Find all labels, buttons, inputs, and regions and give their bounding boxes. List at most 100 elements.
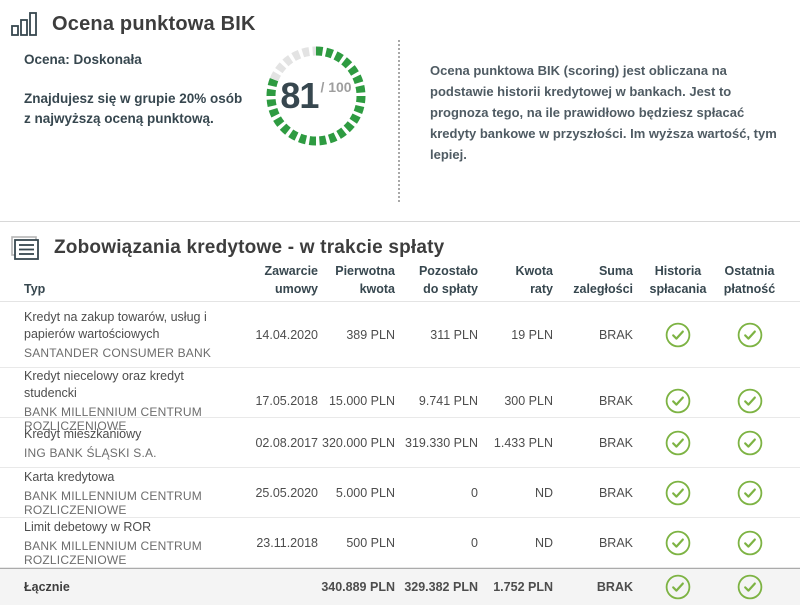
loan-remaining-amount: 0 (395, 486, 478, 500)
document-icon (10, 235, 40, 261)
loan-installment: ND (478, 486, 553, 500)
last-payment-status (723, 480, 776, 506)
loan-remaining-amount: 319.330 PLN (395, 436, 478, 450)
score-section-header: Ocena punktowa BIK (0, 0, 800, 38)
loan-type: Kredyt mieszkaniowy (24, 426, 215, 443)
score-group-text: Znajdujesz się w grupie 20% osóbz najwyż… (24, 89, 254, 129)
loan-date: 02.08.2017 (215, 436, 318, 450)
score-value: 81 (280, 75, 318, 117)
check-circle-icon (737, 430, 763, 456)
loan-remaining-amount: 0 (395, 536, 478, 550)
loan-arrears: BRAK (553, 486, 633, 500)
score-max: / 100 (320, 79, 351, 95)
loan-original-amount: 500 PLN (318, 536, 395, 550)
page: Ocena punktowa BIK Ocena: Doskonała Znaj… (0, 0, 800, 605)
check-circle-icon (665, 430, 691, 456)
column-header-zawarcie-umowy: Zawarcieumowy (215, 262, 318, 298)
loan-remaining-amount: 9.741 PLN (395, 394, 478, 408)
loan-type-cell: Kredyt niecelowy oraz kredyt studencki B… (24, 368, 215, 433)
last-payment-status (723, 388, 776, 414)
check-circle-icon (737, 322, 763, 348)
loan-type: Limit debetowy w ROR (24, 519, 215, 536)
check-circle-icon (665, 388, 691, 414)
loan-type: Karta kredytowa (24, 469, 215, 486)
loan-type: Kredyt na zakup towarów, usług i papieró… (24, 309, 215, 343)
score-description: Ocena punktowa BIK (scoring) jest oblicz… (430, 60, 790, 202)
history-status (633, 388, 723, 414)
table-total-row: Łącznie 340.889 PLN 329.382 PLN 1.752 PL… (0, 568, 800, 605)
column-header-kwota-raty: Kwotaraty (478, 262, 553, 298)
loans-section-title: Zobowiązania kredytowe - w trakcie spłat… (54, 237, 444, 259)
loan-installment: 19 PLN (478, 328, 553, 342)
history-status (633, 322, 723, 348)
score-section: Ocena punktowa BIK Ocena: Doskonała Znaj… (0, 0, 800, 222)
column-header-pozostalo-do-splaty: Pozostałodo spłaty (395, 262, 478, 298)
loan-installment: ND (478, 536, 553, 550)
score-content: Ocena: Doskonała Znajdujesz się w grupie… (0, 38, 800, 202)
bar-chart-icon (10, 11, 38, 37)
loan-type: Kredyt niecelowy oraz kredyt studencki (24, 368, 215, 402)
loan-arrears: BRAK (553, 394, 633, 408)
check-circle-icon (665, 322, 691, 348)
loan-bank: SANTANDER CONSUMER BANK (24, 346, 215, 360)
check-circle-icon (737, 480, 763, 506)
loan-bank: BANK MILLENNIUM CENTRUM ROZLICZENIOWE (24, 539, 215, 567)
table-row: Kredyt na zakup towarów, usług i papieró… (0, 302, 800, 368)
loan-date: 14.04.2020 (215, 328, 318, 342)
check-circle-icon (737, 530, 763, 556)
loan-arrears: BRAK (553, 436, 633, 450)
loan-original-amount: 389 PLN (318, 328, 395, 342)
loans-section: Zobowiązania kredytowe - w trakcie spłat… (0, 222, 800, 605)
dotted-divider (398, 40, 400, 202)
loan-bank: ING BANK ŚLĄSKI S.A. (24, 446, 215, 460)
last-payment-status (723, 574, 776, 600)
score-value-wrap: 81 / 100 (266, 46, 366, 146)
column-header-suma-zaleglosci: Sumazaległości (553, 262, 633, 298)
check-circle-icon (665, 480, 691, 506)
total-remaining-amount: 329.382 PLN (395, 580, 478, 594)
table-row: Kredyt mieszkaniowy ING BANK ŚLĄSKI S.A.… (0, 418, 800, 468)
check-circle-icon (737, 388, 763, 414)
loan-installment: 1.433 PLN (478, 436, 553, 450)
total-installment: 1.752 PLN (478, 580, 553, 594)
history-status (633, 430, 723, 456)
total-label: Łącznie (24, 580, 215, 594)
table-header: Typ Zawarcieumowy Pierwotnakwota Pozosta… (0, 262, 800, 302)
table-row: Limit debetowy w ROR BANK MILLENNIUM CEN… (0, 518, 800, 568)
loan-date: 17.05.2018 (215, 394, 318, 408)
last-payment-status (723, 430, 776, 456)
score-summary: Ocena: Doskonała Znajdujesz się w grupie… (24, 38, 254, 202)
total-arrears: BRAK (553, 580, 633, 594)
table-row: Kredyt niecelowy oraz kredyt studencki B… (0, 368, 800, 418)
loan-date: 23.11.2018 (215, 536, 318, 550)
column-header-historia-splacania: Historiaspłacania (633, 262, 723, 298)
loan-type-cell: Karta kredytowa BANK MILLENNIUM CENTRUM … (24, 469, 215, 517)
history-status (633, 574, 723, 600)
check-circle-icon (665, 574, 691, 600)
loan-arrears: BRAK (553, 536, 633, 550)
loan-installment: 300 PLN (478, 394, 553, 408)
column-header-pierwotna-kwota: Pierwotnakwota (318, 262, 395, 298)
column-header-typ: Typ (24, 280, 215, 298)
loans-section-header: Zobowiązania kredytowe - w trakcie spłat… (0, 222, 800, 262)
loan-bank: BANK MILLENNIUM CENTRUM ROZLICZENIOWE (24, 489, 215, 517)
total-original-amount: 340.889 PLN (318, 580, 395, 594)
rating-label: Ocena: Doskonała (24, 52, 254, 67)
loan-type-cell: Kredyt mieszkaniowy ING BANK ŚLĄSKI S.A. (24, 426, 215, 460)
loan-original-amount: 320.000 PLN (318, 436, 395, 450)
score-section-title: Ocena punktowa BIK (52, 13, 256, 36)
loan-type-cell: Limit debetowy w ROR BANK MILLENNIUM CEN… (24, 519, 215, 567)
history-status (633, 480, 723, 506)
last-payment-status (723, 322, 776, 348)
table-row: Karta kredytowa BANK MILLENNIUM CENTRUM … (0, 468, 800, 518)
column-header-ostatnia-platnosc: Ostatniapłatność (723, 262, 776, 298)
loan-arrears: BRAK (553, 328, 633, 342)
last-payment-status (723, 530, 776, 556)
check-circle-icon (737, 574, 763, 600)
loan-date: 25.05.2020 (215, 486, 318, 500)
loan-original-amount: 15.000 PLN (318, 394, 395, 408)
score-gauge: 81 / 100 (266, 46, 366, 146)
check-circle-icon (665, 530, 691, 556)
history-status (633, 530, 723, 556)
loan-type-cell: Kredyt na zakup towarów, usług i papieró… (24, 309, 215, 360)
